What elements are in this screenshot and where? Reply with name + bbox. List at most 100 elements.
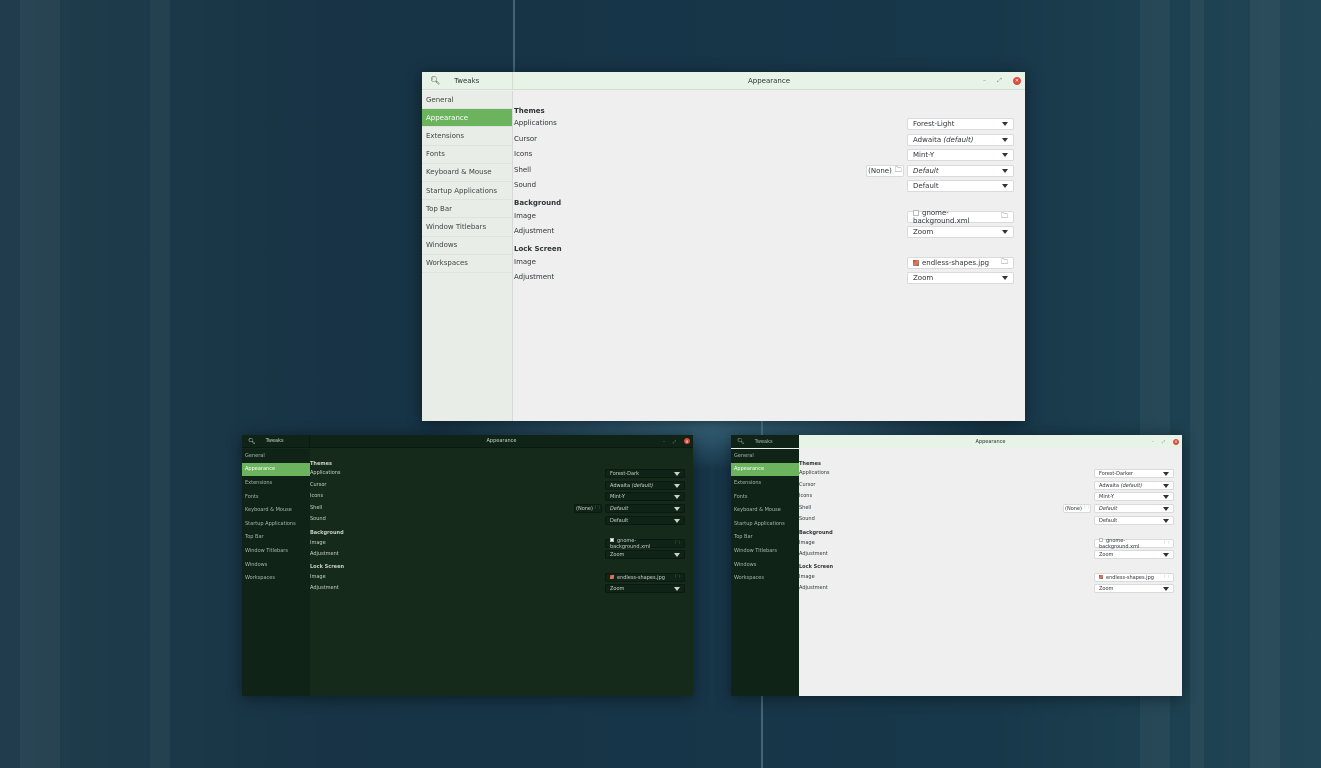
sidebar-item-appearance[interactable]: Appearance (731, 462, 799, 477)
minimize-button[interactable]: – (663, 439, 665, 444)
background-adjustment-combo[interactable]: Zoom (1094, 550, 1174, 559)
shell-none-button[interactable]: (None) 🗀 (866, 165, 904, 177)
minimize-button[interactable]: – (983, 77, 986, 84)
sidebar-item-startup-applications[interactable]: Startup Applications (731, 517, 799, 531)
folder-icon[interactable]: 🗀 (1164, 574, 1169, 582)
sidebar-item-keyboard-mouse[interactable]: Keyboard & Mouse (422, 164, 512, 182)
maximize-button[interactable]: ⤢ (997, 77, 1002, 85)
folder-icon[interactable]: 🗀 (1001, 212, 1008, 223)
close-button[interactable]: ✕ (1172, 438, 1179, 445)
shell-none-button[interactable]: (None) 🗀 (1063, 504, 1091, 513)
tweaks-window-light: 🔍︎ Tweaks Appearance – ⤢ ✕ General Appear… (422, 72, 1025, 421)
sidebar-item-label: Window Titlebars (734, 547, 777, 554)
icons-combo[interactable]: Mint-Y (907, 149, 1014, 161)
close-button[interactable]: ✕ (1013, 76, 1021, 85)
sound-combo[interactable]: Default (907, 180, 1014, 192)
sidebar-item-window-titlebars[interactable]: Window Titlebars (731, 544, 799, 558)
sidebar-item-extensions[interactable]: Extensions (242, 476, 310, 490)
maximize-button[interactable]: ⤢ (1162, 439, 1165, 444)
sound-combo[interactable]: Default (1094, 516, 1174, 525)
shell-combo[interactable]: Default (605, 504, 685, 513)
cursor-combo[interactable]: Adwaita (default) (1094, 481, 1174, 490)
file-icon (913, 210, 919, 216)
icons-combo[interactable]: Mint-Y (1094, 492, 1174, 501)
label-lock-image: Image (514, 258, 536, 266)
sidebar-item-fonts[interactable]: Fonts (242, 490, 310, 504)
folder-icon[interactable]: 🗀 (1164, 540, 1169, 548)
sidebar-item-windows[interactable]: Windows (422, 237, 512, 255)
cursor-combo[interactable]: Adwaita (default) (605, 481, 685, 490)
minimize-button[interactable]: – (1152, 439, 1154, 444)
sidebar-item-workspaces[interactable]: Workspaces (242, 571, 310, 585)
lock-image-chooser[interactable]: endless-shapes.jpg 🗀 (1094, 573, 1174, 582)
search-icon[interactable]: 🔍︎ (737, 438, 745, 445)
sidebar-item-workspaces[interactable]: Workspaces (422, 255, 512, 273)
lock-adjustment-combo[interactable]: Zoom (1094, 584, 1174, 593)
lock-image-chooser[interactable]: endless-shapes.jpg 🗀 (605, 573, 685, 582)
label-cursor: Cursor (310, 482, 327, 488)
sound-combo-value: Default (1099, 517, 1118, 524)
sidebar-item-appearance[interactable]: Appearance (422, 109, 512, 128)
sidebar-item-fonts[interactable]: Fonts (422, 146, 512, 164)
sidebar-item-label: Window Titlebars (245, 547, 288, 554)
applications-combo[interactable]: Forest-Dark (605, 469, 685, 478)
sidebar-item-windows[interactable]: Windows (242, 558, 310, 572)
label-lock-image: Image (799, 574, 815, 580)
sidebar-item-window-titlebars[interactable]: Window Titlebars (422, 218, 512, 237)
background-image-chooser[interactable]: gnome-background.xml 🗀 (605, 538, 685, 550)
lock-image-chooser[interactable]: endless-shapes.jpg 🗀 (907, 257, 1014, 269)
sidebar-item-keyboard-mouse[interactable]: Keyboard & Mouse (731, 503, 799, 517)
sidebar-item-top-bar[interactable]: Top Bar (242, 531, 310, 545)
maximize-button[interactable]: ⤢ (673, 439, 676, 444)
background-image-chooser[interactable]: gnome-background.xml 🗀 (907, 209, 1014, 225)
sidebar-item-extensions[interactable]: Extensions (422, 127, 512, 146)
sidebar-item-keyboard-mouse[interactable]: Keyboard & Mouse (242, 503, 310, 517)
lock-adjustment-combo[interactable]: Zoom (605, 584, 685, 593)
folder-icon[interactable]: 🗀 (1001, 258, 1008, 269)
sidebar-item-label: Windows (734, 561, 757, 568)
label-shell: Shell (310, 505, 323, 511)
chevron-down-icon (1163, 586, 1169, 591)
lock-adjustment-combo[interactable]: Zoom (907, 272, 1014, 284)
sidebar-item-general[interactable]: General (242, 449, 310, 463)
shell-combo[interactable]: Default (907, 165, 1014, 177)
folder-icon: 🗀 (594, 504, 600, 511)
icons-combo[interactable]: Mint-Y (605, 492, 685, 501)
applications-combo-value: Forest-Darker (1099, 470, 1133, 477)
background-adjustment-combo-value: Zoom (610, 551, 625, 558)
background-adjustment-combo[interactable]: Zoom (907, 226, 1014, 238)
icons-combo-value: Mint-Y (913, 151, 935, 159)
shell-combo-value: Default (610, 505, 629, 512)
sidebar-item-appearance[interactable]: Appearance (242, 462, 310, 477)
sidebar-item-general[interactable]: General (731, 449, 799, 463)
chevron-down-icon (1163, 552, 1169, 557)
lock-adjustment-combo-value: Zoom (1099, 585, 1114, 592)
sidebar-item-top-bar[interactable]: Top Bar (422, 200, 512, 219)
sidebar-item-label: Startup Applications (734, 520, 785, 527)
sidebar-item-startup-applications[interactable]: Startup Applications (242, 517, 310, 531)
sidebar-item-workspaces[interactable]: Workspaces (731, 571, 799, 585)
sidebar-item-general[interactable]: General (422, 91, 512, 110)
search-icon[interactable]: 🔍︎ (430, 76, 440, 85)
label-background-image: Image (514, 212, 536, 220)
applications-combo[interactable]: Forest-Light (907, 118, 1014, 130)
section-background: Background (799, 530, 833, 536)
shell-none-button[interactable]: (None) 🗀 (574, 504, 602, 513)
cursor-combo[interactable]: Adwaita (default) (907, 134, 1014, 146)
sound-combo[interactable]: Default (605, 516, 685, 525)
applications-combo[interactable]: Forest-Darker (1094, 469, 1174, 478)
folder-icon[interactable]: 🗀 (675, 574, 680, 582)
background-adjustment-combo[interactable]: Zoom (605, 550, 685, 559)
shell-combo[interactable]: Default (1094, 504, 1174, 513)
sidebar-item-top-bar[interactable]: Top Bar (731, 531, 799, 545)
sidebar-item-window-titlebars[interactable]: Window Titlebars (242, 544, 310, 558)
close-button[interactable]: ✕ (683, 438, 690, 444)
sidebar-item-fonts[interactable]: Fonts (731, 490, 799, 504)
search-icon[interactable]: 🔍︎ (248, 438, 256, 445)
lock-adjustment-combo-value: Zoom (913, 274, 934, 282)
sidebar-item-startup-applications[interactable]: Startup Applications (422, 182, 512, 201)
sidebar-item-extensions[interactable]: Extensions (731, 476, 799, 490)
folder-icon[interactable]: 🗀 (675, 540, 680, 548)
background-image-chooser[interactable]: gnome-background.xml 🗀 (1094, 538, 1174, 550)
sidebar-item-windows[interactable]: Windows (731, 558, 799, 572)
